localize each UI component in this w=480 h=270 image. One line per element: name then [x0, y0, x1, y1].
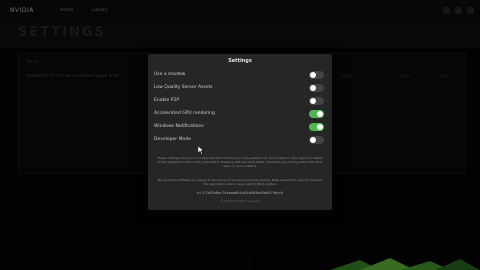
- setting-row-shadow: Use a shadow: [148, 69, 332, 82]
- setting-label: Low Quality Server Assets: [154, 85, 213, 90]
- setting-label: Developer Mode: [154, 137, 191, 142]
- toggle-knob: [310, 85, 316, 91]
- setting-row-notifications: Windows Notifications: [148, 121, 332, 134]
- dialog-title: Settings: [228, 58, 252, 64]
- setting-label: Windows Notifications: [154, 124, 204, 129]
- copyright-text: © 2023 All rights reserved: [220, 199, 260, 203]
- setting-label: Use a shadow: [154, 72, 186, 77]
- toggle-knob: [310, 137, 316, 143]
- settings-dialog: Settings Use a shadow Low Quality Server…: [148, 54, 332, 210]
- gpu-rendering-toggle[interactable]: [309, 110, 324, 118]
- terms-description: By using this software you agree to the …: [157, 178, 323, 186]
- developer-toggle[interactable]: [309, 136, 324, 144]
- notifications-toggle[interactable]: [309, 123, 324, 131]
- toggle-knob: [317, 111, 323, 117]
- setting-label: Enable P2P: [154, 98, 180, 103]
- toggle-knob: [310, 72, 316, 78]
- setting-row-p2p: Enable P2P: [148, 95, 332, 108]
- version-text[interactable]: v1.3.7df1b6ec74aeaa6b1b04a6d3bd0b6479ecc…: [148, 191, 332, 195]
- low-quality-toggle[interactable]: [309, 84, 324, 92]
- setting-row-developer: Developer Mode: [148, 134, 332, 147]
- toggle-knob: [310, 98, 316, 104]
- mouse-cursor-icon: [198, 146, 204, 155]
- setting-row-low-quality: Low Quality Server Assets: [148, 82, 332, 95]
- setting-row-gpu: Accelerated GPU rendering: [148, 108, 332, 121]
- shadow-toggle[interactable]: [309, 71, 324, 79]
- p2p-toggle[interactable]: [309, 97, 324, 105]
- setting-label: Accelerated GPU rendering: [154, 111, 215, 116]
- settings-description: These settings allow you to customise th…: [157, 156, 323, 168]
- toggle-knob: [317, 124, 323, 130]
